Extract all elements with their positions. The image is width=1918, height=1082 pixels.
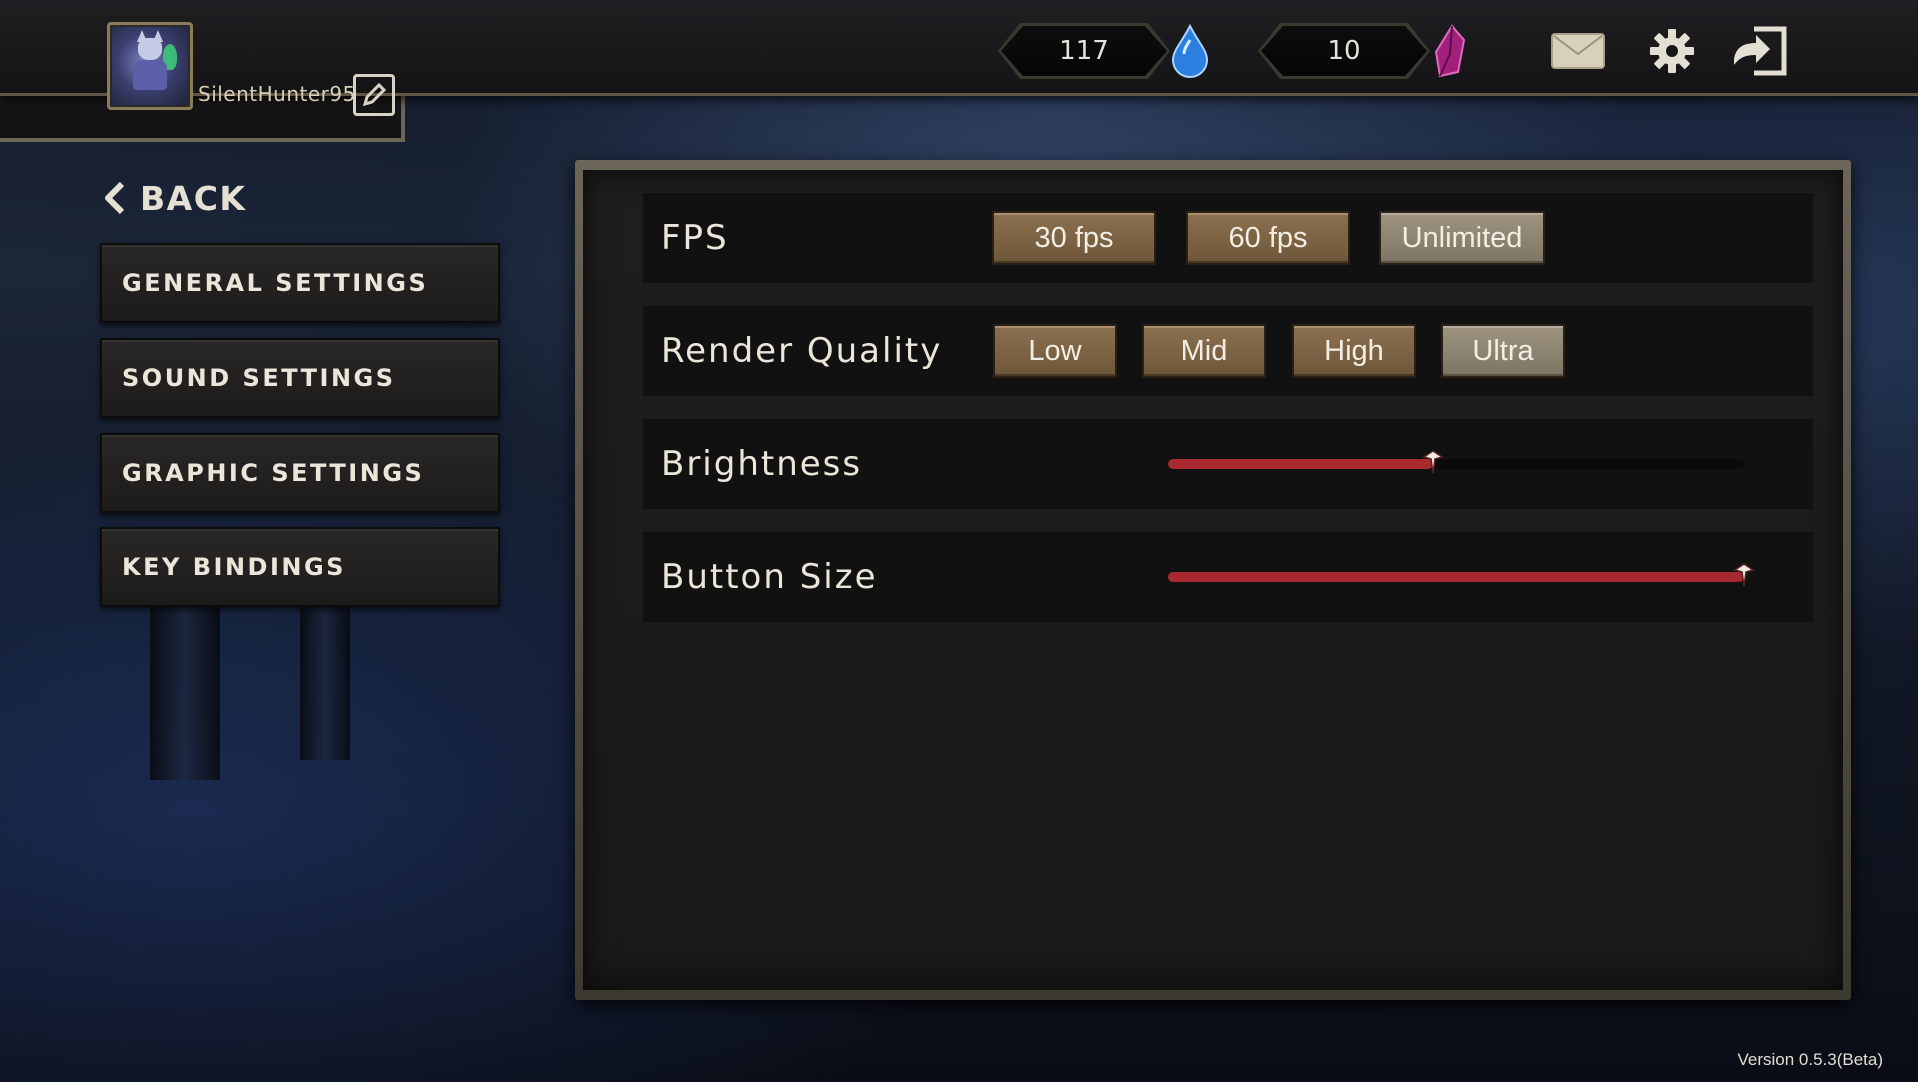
- avatar[interactable]: [107, 22, 193, 110]
- settings-button[interactable]: [1642, 24, 1702, 78]
- sidebar-item-label: KEY BINDINGS: [122, 553, 346, 581]
- back-button[interactable]: BACK: [102, 176, 246, 220]
- fps-60-button[interactable]: 60 fps: [1186, 211, 1350, 265]
- quality-low-button[interactable]: Low: [993, 324, 1117, 378]
- sidebar-item-key-bindings[interactable]: KEY BINDINGS: [100, 527, 500, 607]
- button-size-slider-fill: [1168, 572, 1744, 582]
- button-size-slider-thumb-icon[interactable]: [1733, 562, 1755, 588]
- sidebar-item-label: GENERAL SETTINGS: [122, 269, 429, 297]
- sidebar-item-label: GRAPHIC SETTINGS: [122, 459, 425, 487]
- currency-purple-counter: 10: [1261, 26, 1427, 76]
- username: SilentHunter95: [198, 82, 356, 106]
- button-size-slider[interactable]: [1168, 563, 1755, 587]
- brightness-slider[interactable]: [1168, 450, 1744, 474]
- quality-high-button[interactable]: High: [1292, 324, 1416, 378]
- chevron-left-icon: [105, 181, 125, 215]
- blue-drop-gem-icon: [1171, 24, 1209, 78]
- mail-icon: [1551, 33, 1605, 69]
- fps-unlimited-button[interactable]: Unlimited: [1379, 211, 1545, 265]
- logout-icon: [1734, 26, 1787, 76]
- currency-blue-value: 117: [1059, 36, 1109, 66]
- gear-icon: [1650, 29, 1694, 73]
- render-quality-label: Render Quality: [661, 331, 943, 371]
- sidebar-item-graphic-settings[interactable]: GRAPHIC SETTINGS: [100, 433, 500, 513]
- button-size-label: Button Size: [661, 557, 878, 597]
- back-label: BACK: [140, 178, 247, 218]
- edit-icon: [362, 82, 387, 107]
- brightness-label: Brightness: [661, 444, 863, 484]
- fps-30-button[interactable]: 30 fps: [992, 211, 1156, 265]
- brightness-setting-row: Brightness: [643, 419, 1813, 509]
- brightness-slider-fill: [1168, 459, 1433, 469]
- purple-crystal-gem-icon: [1434, 24, 1466, 78]
- edit-username-button[interactable]: [353, 74, 395, 116]
- version-label: Version 0.5.3(Beta): [1737, 1050, 1883, 1069]
- sidebar-item-sound-settings[interactable]: SOUND SETTINGS: [100, 338, 500, 418]
- render-quality-setting-row: Render Quality Low Mid High Ultra: [643, 306, 1813, 396]
- sidebar-item-label: SOUND SETTINGS: [122, 364, 396, 392]
- fps-setting-row: FPS 30 fps 60 fps Unlimited: [643, 193, 1813, 283]
- currency-purple-value: 10: [1327, 36, 1361, 66]
- mail-button[interactable]: [1548, 24, 1608, 78]
- button-size-setting-row: Button Size: [643, 532, 1813, 622]
- currency-blue-counter: 117: [1001, 26, 1167, 76]
- logout-button[interactable]: [1728, 24, 1792, 78]
- quality-mid-button[interactable]: Mid: [1142, 324, 1266, 378]
- brightness-slider-thumb-icon[interactable]: [1422, 449, 1444, 475]
- sidebar-item-general-settings[interactable]: GENERAL SETTINGS: [100, 243, 500, 323]
- fps-label: FPS: [661, 218, 729, 258]
- quality-ultra-button[interactable]: Ultra: [1441, 324, 1565, 378]
- avatar-character-icon: [127, 30, 177, 96]
